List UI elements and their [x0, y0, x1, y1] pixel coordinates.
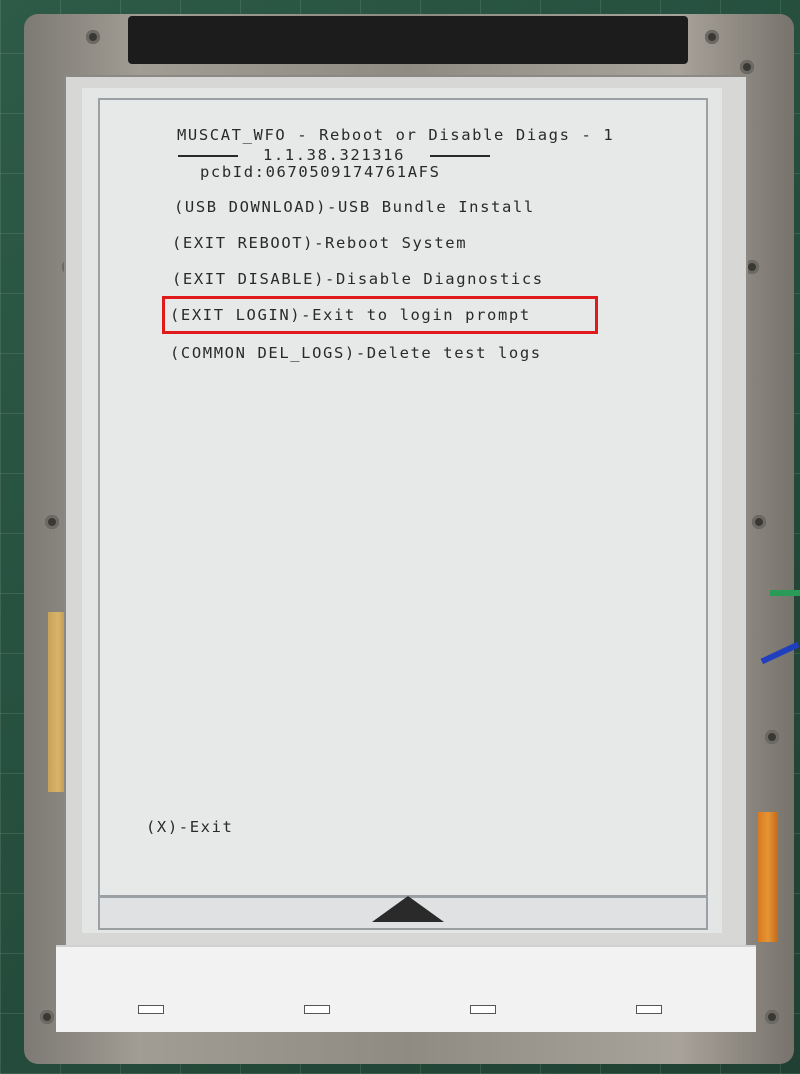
- menu-item-usb-download[interactable]: (USB DOWNLOAD)-USB Bundle Install: [174, 198, 535, 216]
- menu-item-exit-disable[interactable]: (EXIT DISABLE)-Disable Diagnostics: [172, 270, 544, 288]
- divider: [430, 154, 490, 157]
- screw-hole: [705, 30, 719, 44]
- screw-hole: [752, 515, 766, 529]
- version-row: 1.1.38.321316: [178, 146, 490, 164]
- pcb-id: pcbId:0670509174761AFS: [200, 163, 441, 181]
- wire: [770, 590, 800, 596]
- screw-hole: [765, 730, 779, 744]
- screw-hole: [40, 1010, 54, 1024]
- menu-item-delete-logs[interactable]: (COMMON DEL_LOGS)-Delete test logs: [170, 344, 542, 362]
- screen-content-area: [98, 98, 708, 897]
- version-text: 1.1.38.321316: [262, 146, 406, 164]
- menu-title: MUSCAT_WFO - Reboot or Disable Diags - 1: [177, 126, 615, 144]
- screw-hole: [86, 30, 100, 44]
- highlight-box: [162, 296, 598, 334]
- screw-hole: [45, 515, 59, 529]
- screw-hole: [765, 1010, 779, 1024]
- connector-pin: [138, 1005, 164, 1014]
- connector-pin: [304, 1005, 330, 1014]
- connector-pin: [636, 1005, 662, 1014]
- bottom-arrow-icon: [372, 896, 444, 922]
- screw-hole: [740, 60, 754, 74]
- exit-option[interactable]: (X)-Exit: [146, 818, 233, 836]
- divider: [178, 154, 238, 157]
- white-plastic-bar: [56, 945, 756, 1032]
- menu-item-exit-reboot[interactable]: (EXIT REBOOT)-Reboot System: [172, 234, 467, 252]
- connector-pin: [470, 1005, 496, 1014]
- black-tape: [128, 16, 688, 64]
- flex-cable: [758, 812, 778, 942]
